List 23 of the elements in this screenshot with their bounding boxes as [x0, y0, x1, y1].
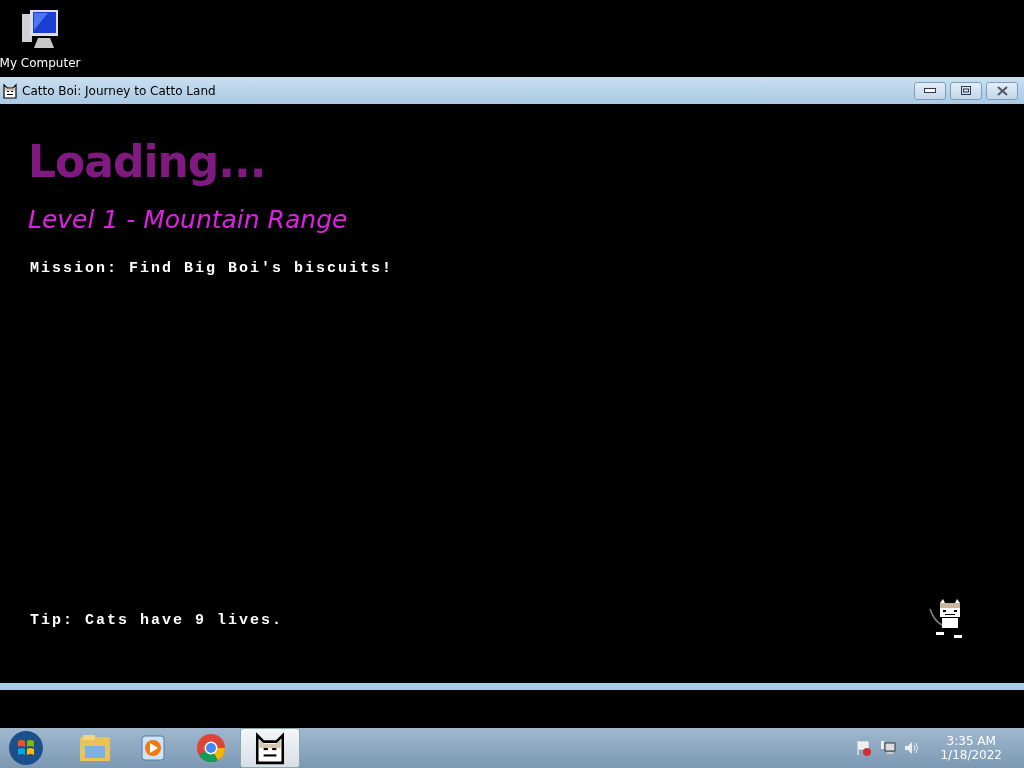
maximize-icon [961, 86, 971, 96]
minimize-button[interactable] [914, 81, 946, 100]
clock-date: 1/18/2022 [940, 748, 1002, 762]
maximize-button[interactable] [950, 81, 982, 100]
app-icon [2, 82, 18, 99]
close-icon [996, 85, 1008, 96]
taskbar-app[interactable] [240, 728, 300, 768]
window-title: Catto Boi: Journey to Catto Land [22, 83, 217, 98]
tip-text: Tip: Cats have 9 lives. [30, 612, 284, 630]
play-icon [139, 734, 167, 762]
level-title: Level 1 - Mountain Range [28, 205, 349, 235]
cat-icon [253, 731, 287, 765]
icon-label: My Computer [0, 56, 81, 70]
folder-icon [79, 734, 111, 762]
network-icon[interactable] [880, 740, 897, 756]
browser-icon [196, 733, 226, 763]
close-button[interactable] [986, 81, 1018, 100]
mission-text: Mission: Find Big Boi's biscuits! [30, 260, 395, 278]
clock-time: 3:35 AM [946, 734, 996, 748]
start-button[interactable] [8, 730, 44, 766]
minimize-icon [924, 87, 936, 94]
flag-icon[interactable] [856, 740, 873, 756]
loading-heading: Loading... [28, 136, 267, 188]
